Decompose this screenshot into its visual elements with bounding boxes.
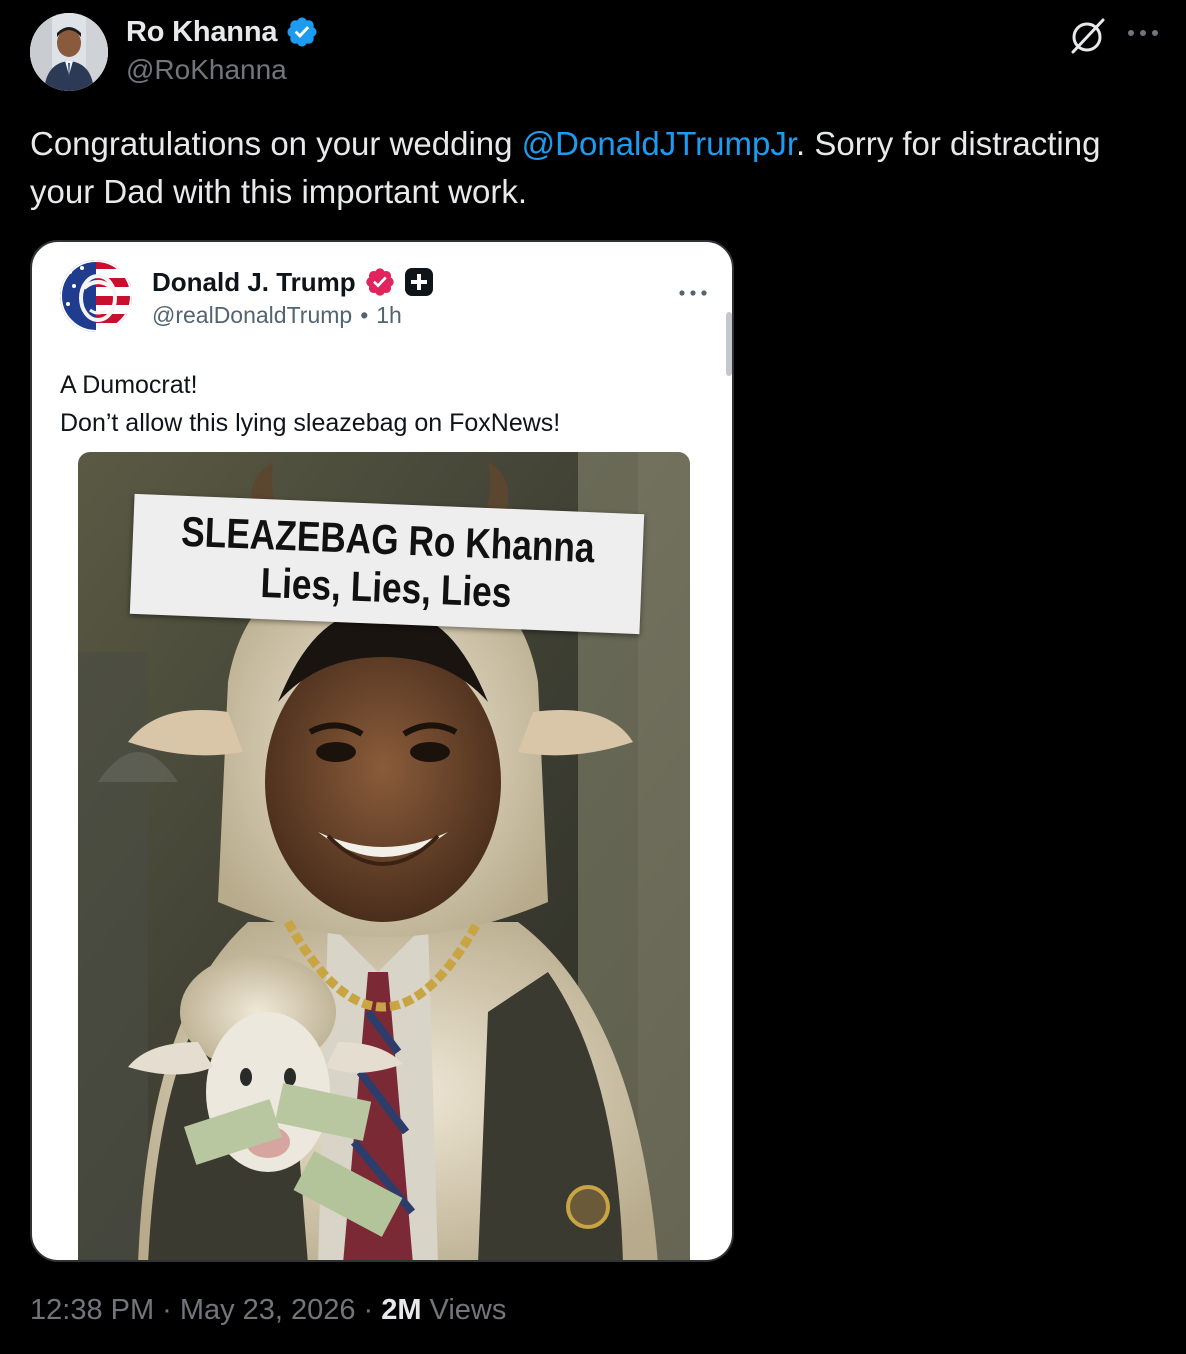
embedded-scrollbar (726, 312, 732, 376)
post-time[interactable]: 12:38 PM (30, 1294, 154, 1327)
footer-separator: · (162, 1294, 172, 1326)
mention-link[interactable]: @DonaldJTrumpJr (522, 125, 796, 162)
author-display-name[interactable]: Ro Khanna (126, 16, 277, 49)
tweet-text: Congratulations on your wedding @DonaldJ… (30, 120, 1170, 216)
embedded-line-1: A Dumocrat! (60, 371, 198, 399)
views-count[interactable]: 2M (381, 1294, 421, 1327)
verified-badge-icon (364, 266, 396, 298)
embedded-post-image: SLEAZEBAG Ro Khanna Lies, Lies, Lies (78, 452, 690, 1260)
embedded-display-name: Donald J. Trump (152, 266, 356, 297)
embedded-post-text: A Dumocrat! Don’t allow this lying sleaz… (60, 366, 700, 442)
embedded-more-icon (676, 286, 710, 300)
post-date[interactable]: May 23, 2026 (180, 1294, 356, 1327)
tweet-footer: 12:38 PM · May 23, 2026 · 2M Views (30, 1294, 506, 1327)
embedded-name-row: Donald J. Trump (152, 264, 434, 300)
verified-badge-icon (285, 15, 319, 49)
author-handle[interactable]: @RoKhanna (126, 54, 287, 86)
footer-separator: · (363, 1294, 374, 1326)
views-label: Views (429, 1294, 507, 1326)
plus-badge-icon (404, 267, 434, 297)
embedded-handle: @realDonaldTrump (152, 302, 353, 328)
image-banner: SLEAZEBAG Ro Khanna Lies, Lies, Lies (129, 493, 645, 635)
embedded-author-avatar (60, 260, 132, 332)
tweet-text-before: Congratulations on your wedding (30, 125, 522, 162)
embedded-post-card[interactable]: Donald J. Trump @realDonaldTrump • 1h A … (30, 240, 734, 1262)
author-avatar[interactable] (30, 13, 108, 91)
embedded-meta: @realDonaldTrump • 1h (152, 302, 402, 329)
author-name-row: Ro Khanna (126, 14, 319, 50)
embedded-line-2: Don’t allow this lying sleazebag on FoxN… (60, 409, 561, 437)
grok-icon[interactable] (1067, 16, 1107, 56)
meta-separator: • (360, 302, 369, 328)
more-icon[interactable] (1123, 18, 1163, 48)
embedded-time: 1h (376, 302, 402, 328)
